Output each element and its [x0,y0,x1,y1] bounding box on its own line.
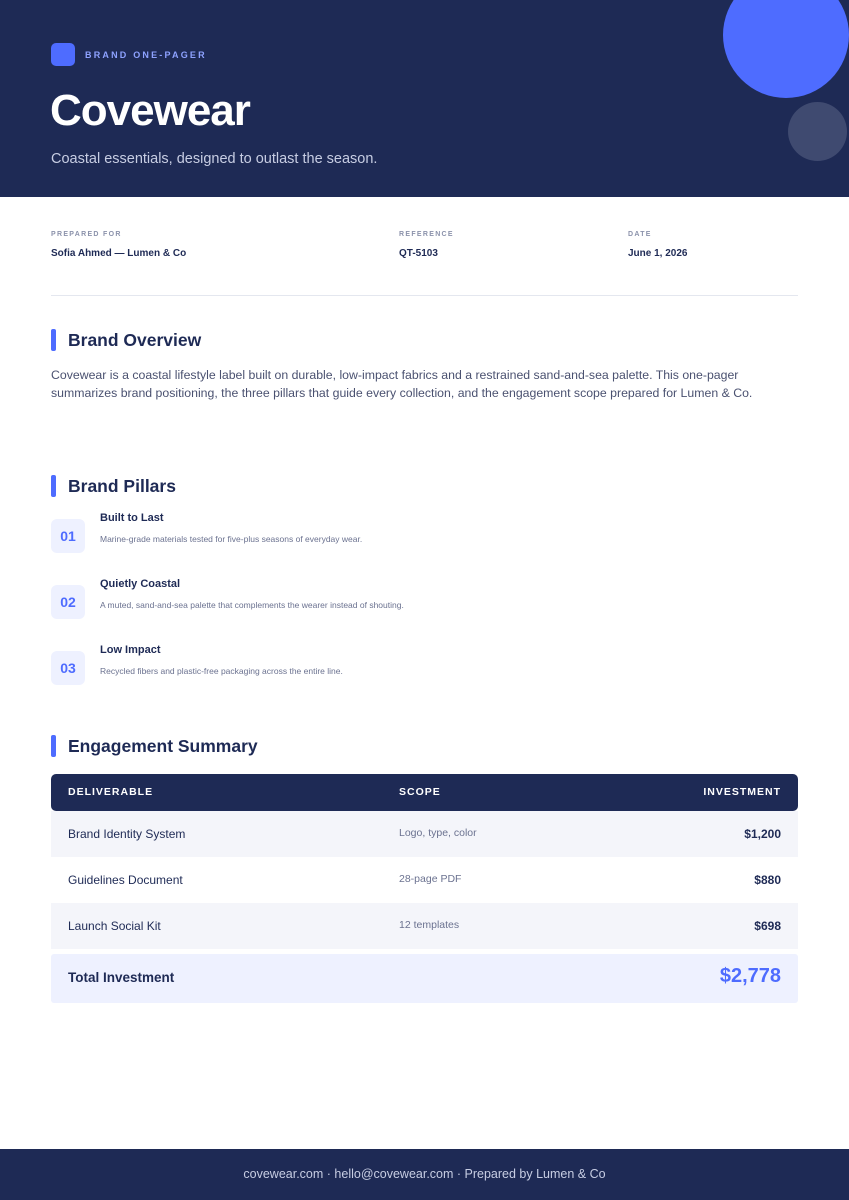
section-title: Engagement Summary [68,736,258,756]
meta-reference: REFERENCE QT-5103 [399,231,454,259]
brand-tagline: Coastal essentials, designed to outlast … [51,151,378,167]
pillar-item: 02 Quietly Coastal A muted, sand-and-sea… [51,578,751,619]
meta-label: DATE [628,231,652,238]
document-type-label: BRAND ONE-PAGER [85,50,207,60]
section-accent-bar [51,329,56,351]
engagement-table: DELIVERABLE SCOPE INVESTMENT Brand Ident… [51,774,798,1003]
pillar-description: A muted, sand-and-sea palette that compl… [100,600,404,610]
meta-label: REFERENCE [399,231,454,238]
pillar-description: Marine-grade materials tested for five-p… [100,534,363,544]
total-row: Total Investment $2,778 [51,954,798,1003]
meta-value: QT-5103 [399,248,438,259]
section-title: Brand Overview [68,330,202,350]
meta-prepared-for: PREPARED FOR Sofia Ahmed — Lumen & Co [51,231,186,259]
meta-value: Sofia Ahmed — Lumen & Co [51,248,187,259]
footer-contact-text: covewear.com · hello@covewear.com · Prep… [243,1167,606,1181]
column-header-scope: SCOPE [399,786,441,798]
brand-title: Covewear [50,86,251,135]
table-row: Guidelines Document 28-page PDF $880 [51,857,798,903]
pillar-item: 03 Low Impact Recycled fibers and plasti… [51,644,751,685]
overview-body: Covewear is a coastal lifestyle label bu… [51,368,753,400]
cell-deliverable: Launch Social Kit [68,919,161,933]
pillar-item: 01 Built to Last Marine-grade materials … [51,512,751,553]
pillar-number: 01 [51,519,85,553]
meta-date: DATE June 1, 2026 [628,231,687,259]
meta-label: PREPARED FOR [51,231,122,238]
cell-scope: 12 templates [399,919,460,931]
pillar-number: 02 [51,585,85,619]
footer-bar: covewear.com · hello@covewear.com · Prep… [0,1149,849,1200]
pillar-number: 03 [51,651,85,685]
table-row: Brand Identity System Logo, type, color … [51,811,798,857]
cell-deliverable: Brand Identity System [68,827,186,841]
header-banner: BRAND ONE-PAGER Covewear Coastal essenti… [0,0,849,197]
section-title: Brand Pillars [68,476,176,496]
meta-value: June 1, 2026 [628,248,688,259]
meta-divider [51,295,798,296]
section-accent-bar [51,735,56,757]
pillar-title: Low Impact [100,644,161,656]
table-row: Launch Social Kit 12 templates $698 [51,903,798,949]
cell-investment: $698 [754,919,781,933]
cell-investment: $880 [754,873,781,887]
pillar-description: Recycled fibers and plastic-free packagi… [100,666,343,676]
cell-scope: 28-page PDF [399,873,462,885]
cell-investment: $1,200 [744,827,781,841]
column-header-deliverable: DELIVERABLE [68,786,154,798]
decorative-circle-large [723,0,849,98]
total-label: Total Investment [68,970,175,985]
cell-deliverable: Guidelines Document [68,873,183,887]
column-header-investment: INVESTMENT [703,786,781,798]
cell-scope: Logo, type, color [399,827,477,839]
brand-mark-icon [51,43,75,66]
total-value: $2,778 [719,965,781,987]
table-header: DELIVERABLE SCOPE INVESTMENT [51,774,798,811]
pillar-title: Built to Last [100,512,164,524]
decorative-circle-small [788,102,847,161]
section-accent-bar [51,475,56,497]
pillar-title: Quietly Coastal [100,578,181,590]
